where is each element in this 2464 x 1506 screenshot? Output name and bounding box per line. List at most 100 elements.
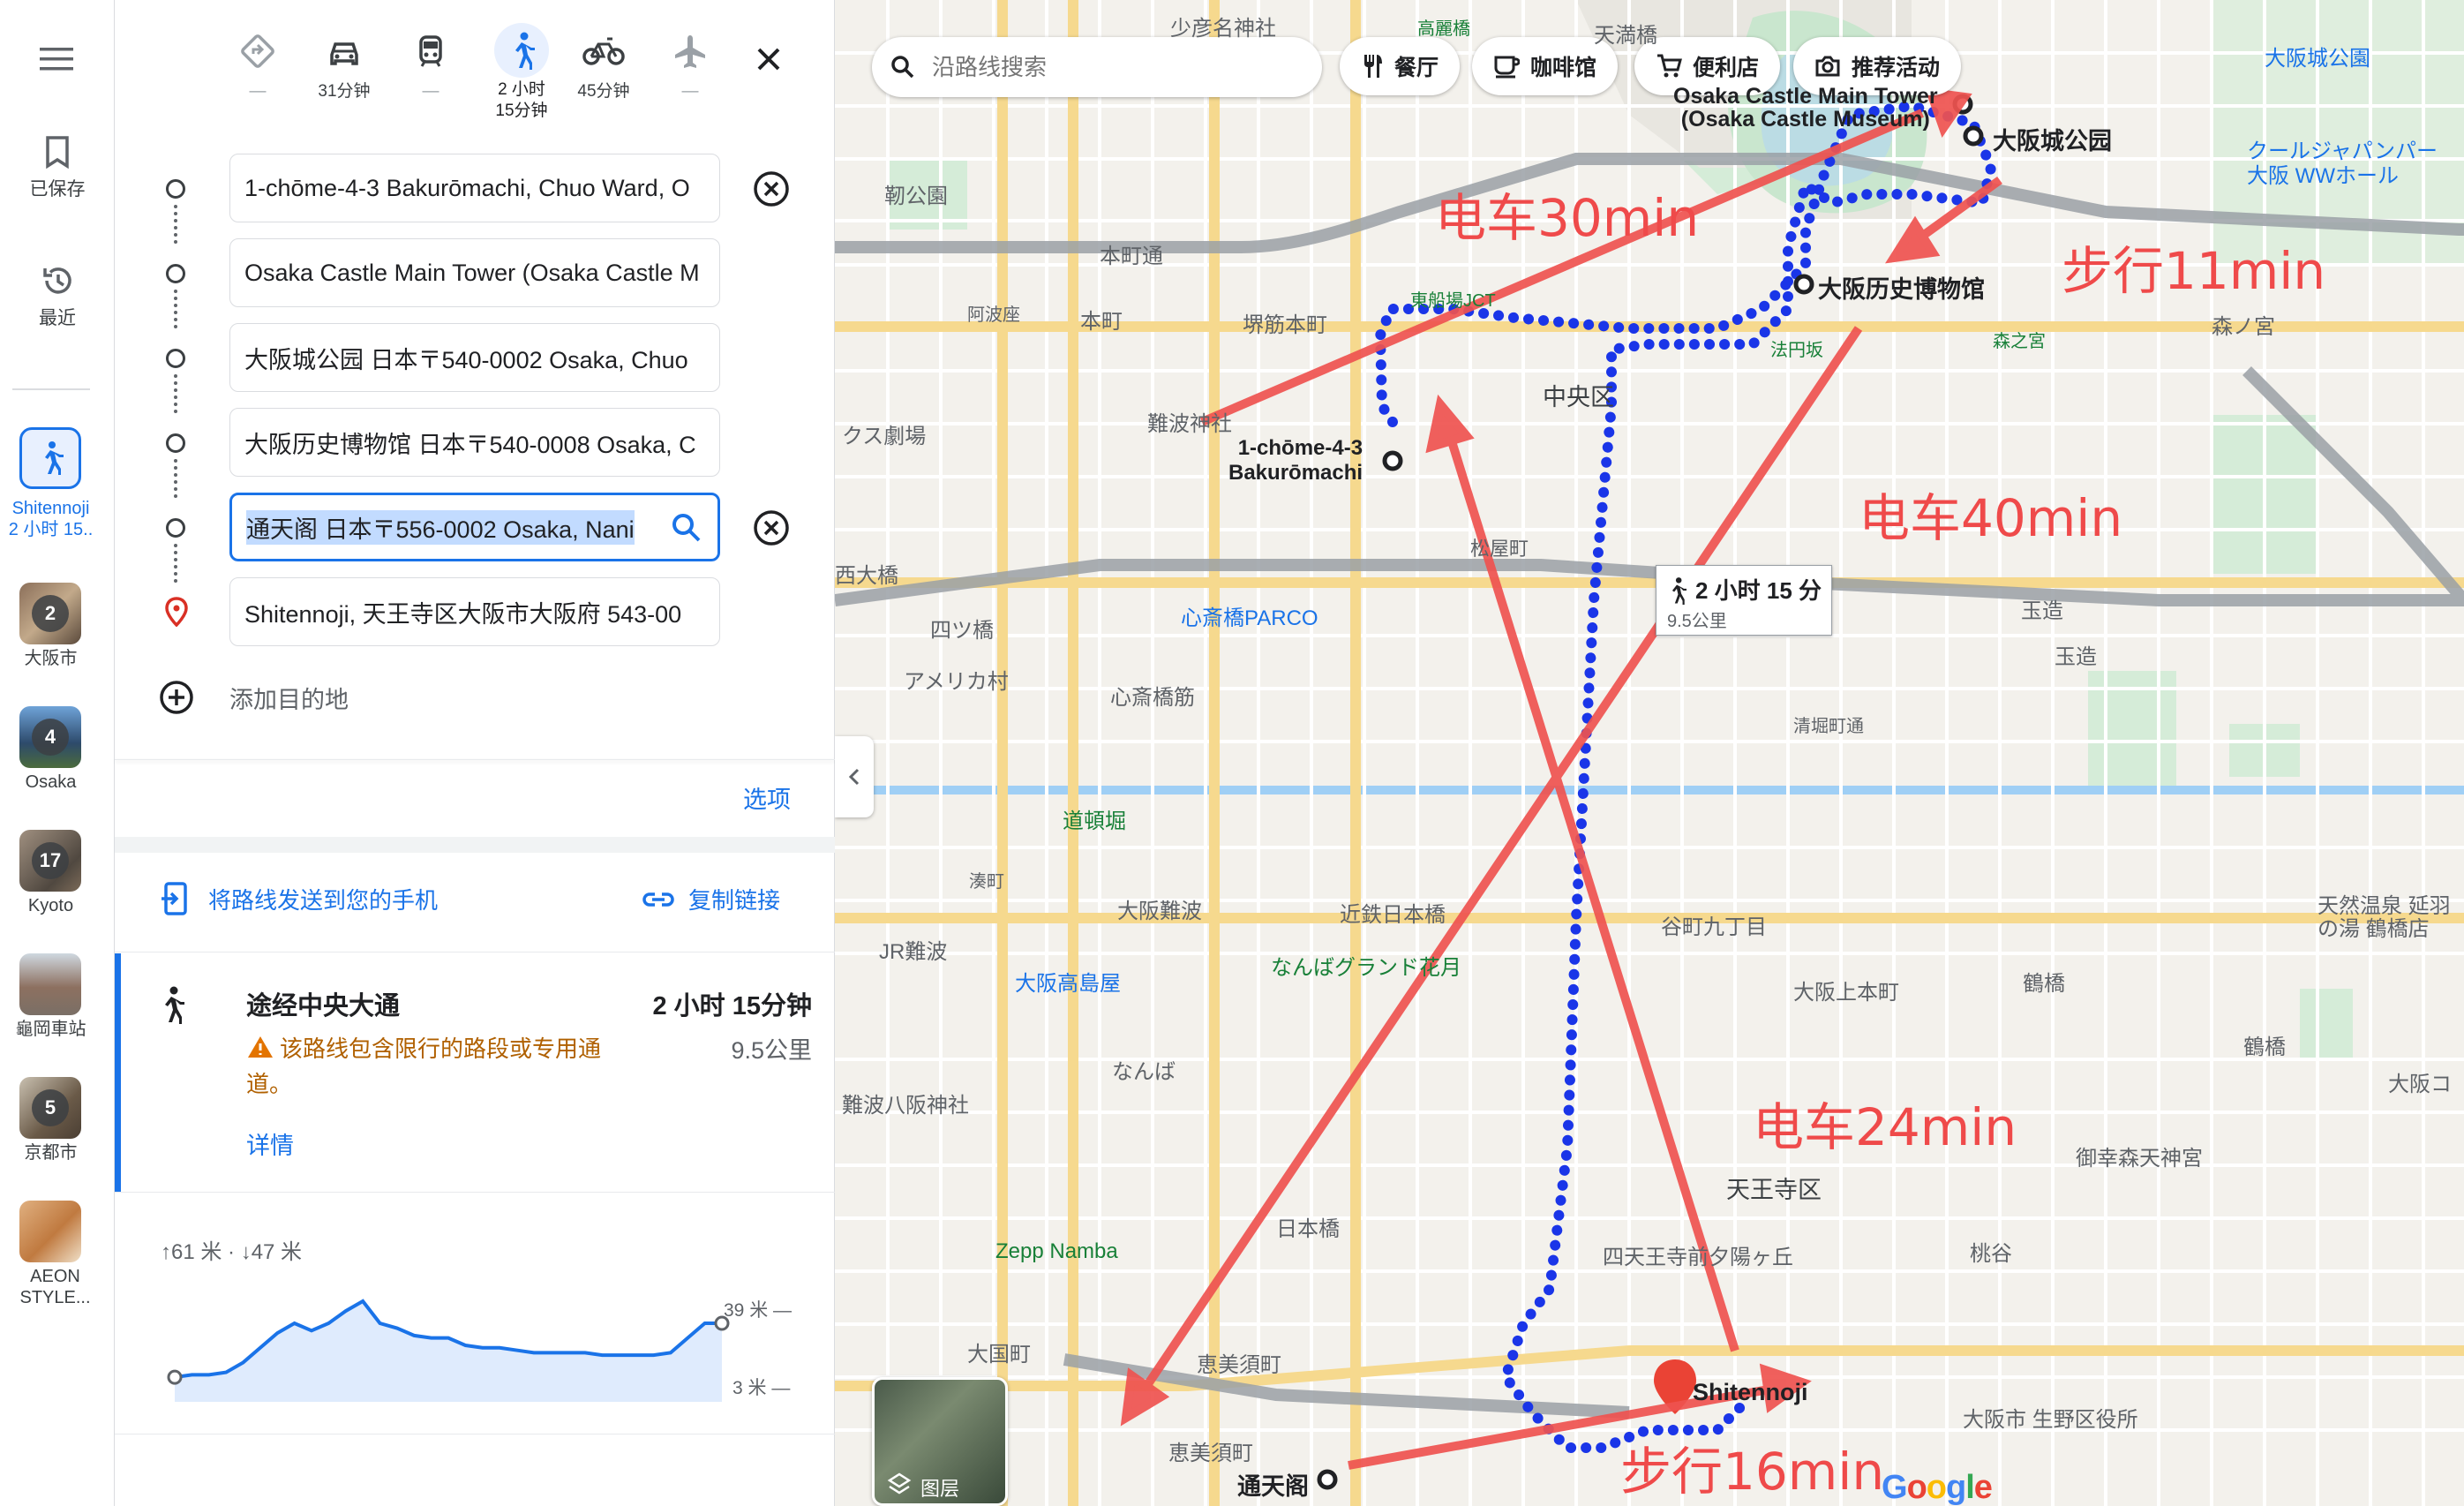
thumbnail <box>19 1201 81 1262</box>
callout-duration: 2 小时 15 分 <box>1695 577 1822 604</box>
place-american-village: アメリカ村 <box>904 670 1009 694</box>
stop-text: Shitennoji, 天王寺区大阪市大阪府 543-00 <box>244 600 682 628</box>
options-link[interactable]: 选项 <box>743 780 791 815</box>
walk-icon <box>1671 577 1686 605</box>
place-castle-park[interactable]: 大阪城公园 <box>1993 122 2112 156</box>
station-nishi-ohashi: 西大橋 <box>835 564 898 588</box>
place-miyuki-mori: 御幸森天神宮 <box>2076 1147 2203 1171</box>
mode-driving[interactable]: 31分钟 <box>304 32 384 102</box>
stop-input-2[interactable]: Osaka Castle Main Tower (Osaka Castle M <box>229 238 720 307</box>
station-tamatsukuri: 玉造 <box>2055 645 2097 669</box>
saved-button[interactable]: 已保存 <box>0 134 115 201</box>
station-minatomachi: 湊町 <box>969 872 1004 892</box>
recent-item-kyoto[interactable]: 17 Kyoto <box>0 830 115 927</box>
route-via: 途经中央大通 <box>246 992 401 1020</box>
mode-label: 2 小时 15分钟 <box>495 80 548 120</box>
active-route-item[interactable]: Shitennoji 2 小时 15.. <box>0 427 115 560</box>
chip-restaurant[interactable]: 餐厅 <box>1340 37 1461 95</box>
street-kiyomizudani: 清堀町通 <box>1793 717 1864 736</box>
place-dotonbori: 道頓堀 <box>1063 809 1126 833</box>
recent-label: AEON STYLE... <box>19 1267 91 1307</box>
place-label: 天然温泉 延羽 <box>2318 894 2451 918</box>
stop-marker <box>166 349 185 368</box>
place-label: Bakurōmachi <box>1228 461 1363 485</box>
place-shinsaibashi-parco: 心斎橋PARCO <box>1181 606 1318 630</box>
station-jr-namba: JR難波 <box>879 940 948 964</box>
place-namba-yasaka: 難波八阪神社 <box>842 1094 969 1118</box>
map-canvas[interactable]: 餐厅 咖啡馆 便利店 推荐活动 Osaka Castle Main Tower(… <box>835 0 2464 1506</box>
recent-item-kameoka-station[interactable]: 龜岡車站 <box>0 953 115 1050</box>
stop-marker <box>166 264 185 283</box>
add-destination-button[interactable]: 添加目的地 <box>159 676 349 719</box>
remove-stop-icon[interactable] <box>752 169 791 208</box>
district-chuo: 中央区 <box>1543 384 1614 410</box>
station-matsuyamachi: 松屋町 <box>1470 538 1529 560</box>
place-theater: クス劇場 <box>842 425 927 448</box>
car-icon <box>330 42 358 65</box>
chevron-left-icon <box>848 768 860 786</box>
stop-marker <box>166 518 185 538</box>
recent-label: 京都市 <box>24 1143 78 1163</box>
close-icon <box>757 48 780 71</box>
stop-input-6[interactable]: Shitennoji, 天王寺区大阪市大阪府 543-00 <box>229 577 720 646</box>
stop-input-4[interactable]: 大阪历史博物馆 日本〒540-0008 Osaka, C <box>229 408 720 477</box>
station-sakaisuji-hommachi: 堺筋本町 <box>1243 313 1327 337</box>
route-callout[interactable]: 2 小时 15 分 9.5公里 <box>1656 565 1832 636</box>
elevation-chart <box>167 1299 730 1402</box>
layers-button[interactable]: 图层 <box>872 1377 1008 1506</box>
best-route-icon <box>241 34 274 68</box>
mode-walking[interactable]: 2 小时 15分钟 <box>477 23 566 122</box>
mode-flight[interactable]: — <box>650 32 730 102</box>
stop-input-1[interactable]: 1-chōme-4-3 Bakurōmachi, Chuo Ward, O <box>229 154 720 222</box>
stop-input-5[interactable]: 通天阁 日本〒556-0002 Osaka, Nani <box>229 493 720 561</box>
station-osaka-namba: 大阪難波 <box>1117 900 1202 923</box>
route-card[interactable]: 途经中央大通 2 小时 15分钟 9.5公里 该路线包含限行的路段或专用通道。 … <box>115 953 835 1192</box>
recent-item-osaka[interactable]: 4 Osaka <box>0 706 115 803</box>
thumbnail: 4 <box>19 706 81 768</box>
annotation-walk-11: 步行11min <box>2062 241 2326 301</box>
recent-label: Osaka <box>25 772 77 792</box>
mode-best-route[interactable]: — <box>218 32 297 102</box>
send-to-phone-label: 将路线发送到您的手机 <box>208 886 439 914</box>
station-hommachi: 本町 <box>1080 310 1123 334</box>
route-search-box[interactable] <box>872 37 1322 97</box>
mode-label: — <box>422 82 439 101</box>
stop-input-3[interactable]: 大阪城公园 日本〒540-0002 Osaka, Chuo <box>229 323 720 392</box>
recent-button[interactable]: 最近 <box>0 263 115 330</box>
copy-link-button[interactable]: 复制链接 <box>641 883 780 915</box>
recent-item-kyoto-city[interactable]: 5 京都市 <box>0 1077 115 1174</box>
place-tsutenkaku[interactable]: 通天阁 <box>1237 1467 1309 1502</box>
chip-label: 便利店 <box>1693 56 1760 80</box>
place-bakuromachi[interactable]: 1-chōme-4-3 Bakurōmachi <box>1228 436 1363 486</box>
google-logo: Google <box>1882 1469 1993 1506</box>
send-to-phone-button[interactable]: 将路线发送到您的手机 <box>161 881 438 916</box>
place-label: (Osaka Castle Museum) <box>1680 107 1930 132</box>
transit-icon <box>419 35 442 67</box>
remove-stop-icon[interactable] <box>752 508 791 547</box>
place-history-museum[interactable]: 大阪历史博物馆 <box>1818 270 1985 305</box>
place-shitennoji[interactable]: Shitennoji <box>1693 1379 1808 1406</box>
street-hommachi: 本町通 <box>1100 245 1163 268</box>
stop-text: 大阪历史博物馆 日本〒540-0008 Osaka, C <box>244 431 696 458</box>
saved-label: 已保存 <box>29 179 86 200</box>
station-tsuruhashi: 鶴橋 <box>2023 972 2065 996</box>
annotation-walk-16: 步行16min <box>1620 1442 1885 1502</box>
route-details-link[interactable]: 详情 <box>246 1126 294 1161</box>
place-osaka-castle[interactable]: Osaka Castle Main Tower (Osaka Castle Mus… <box>1673 85 1938 131</box>
close-directions-button[interactable] <box>748 39 789 79</box>
add-destination-label: 添加目的地 <box>229 686 349 713</box>
active-route-label: Shitennoji <box>11 499 90 518</box>
menu-button[interactable] <box>0 46 115 78</box>
active-route-duration: 2 小时 15.. <box>8 520 94 539</box>
mode-transit[interactable]: — <box>391 32 470 102</box>
annotation-train-24: 电车24min <box>1753 1097 2017 1157</box>
route-search-input[interactable] <box>930 52 1283 82</box>
mode-cycling[interactable]: 45分钟 <box>564 32 643 102</box>
recent-item-aeon-style[interactable]: AEON STYLE... <box>0 1201 115 1315</box>
mode-label: 45分钟 <box>577 82 630 101</box>
collapse-panel-button[interactable] <box>835 736 874 817</box>
recent-label: 大阪市 <box>24 649 78 668</box>
recent-item-osaka-city[interactable]: 2 大阪市 <box>0 583 115 680</box>
station-ebisucho: 恵美須町 <box>1197 1353 1281 1377</box>
search-icon[interactable] <box>670 511 703 545</box>
